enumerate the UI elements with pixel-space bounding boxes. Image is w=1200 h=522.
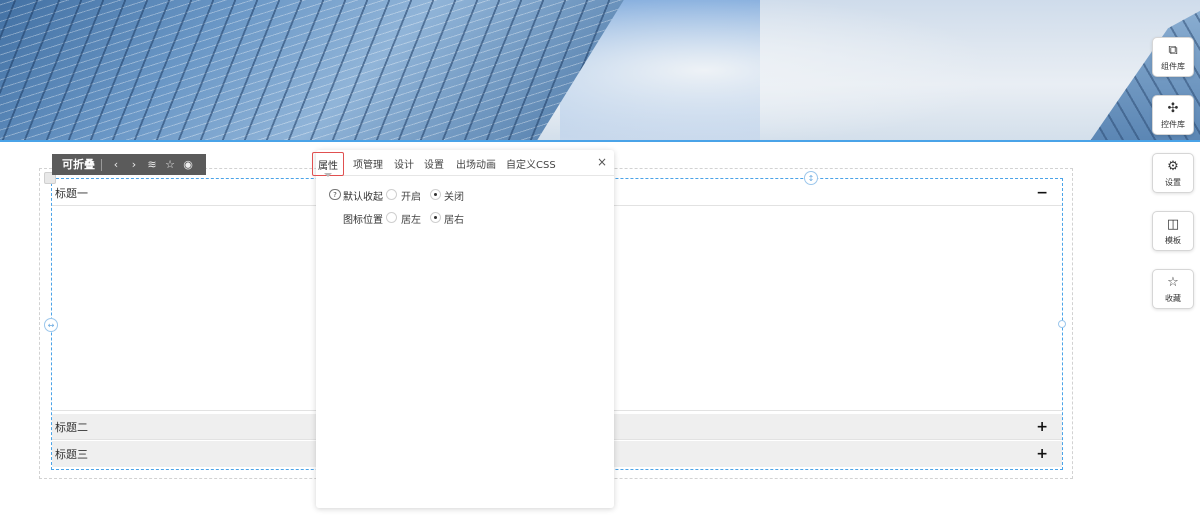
chevron-right-icon[interactable]: › — [125, 158, 143, 171]
resize-vertical-handle[interactable]: ↕ — [804, 171, 818, 185]
collapse-item-title: 标题一 — [55, 186, 88, 200]
sidebar-item-favorites[interactable]: ☆ 收藏 — [1152, 269, 1194, 309]
field-icon-position: 图标位置 居左 居右 — [316, 211, 614, 226]
close-icon[interactable]: × — [597, 155, 607, 169]
field-label: 默认收起 — [343, 191, 383, 203]
tab-properties[interactable]: 属性 — [312, 152, 344, 177]
radio-label: 关闭 — [444, 191, 464, 203]
property-panel: 属性 项管理 设计 设置 出场动画 自定义CSS × ? 默认收起 开启 关闭 … — [312, 150, 614, 508]
tab-item-management[interactable]: 项管理 — [353, 156, 383, 171]
banner-image — [0, 0, 1200, 141]
plus-icon[interactable]: + — [1036, 446, 1048, 462]
radio-label: 开启 — [401, 191, 421, 203]
tab-entrance-animation[interactable]: 出场动画 — [456, 156, 496, 171]
radio-left[interactable] — [386, 212, 397, 223]
field-label: 图标位置 — [343, 214, 383, 226]
component-name: 可折叠 — [62, 158, 102, 171]
copy-icon: ⧉ — [1168, 42, 1178, 58]
radio-disable[interactable] — [430, 189, 441, 200]
sidebar-item-label: 模板 — [1165, 235, 1181, 245]
field-default-collapse: ? 默认收起 开启 关闭 — [316, 188, 614, 203]
chevron-left-icon[interactable]: ‹ — [107, 158, 125, 171]
component-toolbar: 可折叠 ‹ › ≋ ☆ ◉ — [52, 154, 206, 175]
sidebar-item-label: 设置 — [1165, 177, 1181, 187]
minus-icon[interactable]: − — [1036, 185, 1048, 201]
layers-icon[interactable]: ≋ — [143, 158, 161, 171]
tab-design[interactable]: 设计 — [394, 156, 414, 171]
collapse-item-title: 标题二 — [55, 420, 88, 434]
eye-icon[interactable]: ◉ — [179, 158, 197, 171]
resize-horizontal-handle[interactable]: ↔ — [44, 318, 58, 332]
collapse-item-title: 标题三 — [55, 448, 88, 461]
sidebar-item-component-library[interactable]: ⧉ 组件库 — [1152, 37, 1194, 77]
sidebar-item-settings[interactable]: ⚙ 设置 — [1152, 153, 1194, 193]
plus-icon[interactable]: + — [1036, 419, 1048, 435]
star-icon: ☆ — [1167, 274, 1179, 290]
radio-right[interactable] — [430, 212, 441, 223]
radio-enable[interactable] — [386, 189, 397, 200]
property-tabs: 属性 项管理 设计 设置 出场动画 自定义CSS × — [312, 150, 614, 177]
tab-settings[interactable]: 设置 — [424, 156, 444, 171]
puzzle-icon: ✣ — [1167, 100, 1179, 116]
banner-selection-line — [0, 140, 1200, 142]
help-icon[interactable]: ? — [329, 189, 341, 200]
sidebar-item-widget-library[interactable]: ✣ 控件库 — [1152, 95, 1194, 135]
layout-icon: ◫ — [1166, 216, 1180, 232]
sidebar-item-label: 收藏 — [1165, 293, 1181, 303]
star-icon[interactable]: ☆ — [161, 158, 179, 171]
sidebar-item-label: 组件库 — [1161, 61, 1185, 71]
resize-right-handle[interactable] — [1058, 320, 1066, 328]
radio-label: 居右 — [444, 214, 464, 226]
radio-label: 居左 — [401, 214, 421, 226]
sidebar-item-templates[interactable]: ◫ 模板 — [1152, 211, 1194, 251]
gear-icon: ⚙ — [1167, 158, 1179, 174]
tab-custom-css[interactable]: 自定义CSS — [506, 156, 556, 171]
sidebar-item-label: 控件库 — [1161, 119, 1185, 129]
